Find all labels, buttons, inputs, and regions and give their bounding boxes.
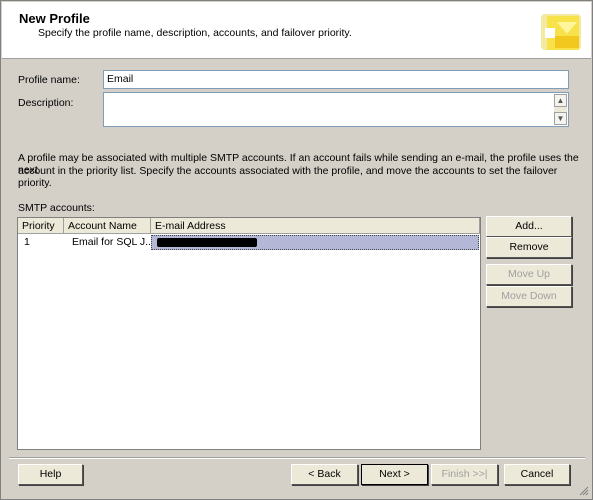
description-label: Description: [18,97,74,109]
profile-name-field[interactable]: Email [103,70,569,89]
cancel-button[interactable]: Cancel [504,464,570,485]
wizard-header: New Profile Specify the profile name, de… [2,2,591,59]
scroll-down-icon[interactable]: ▼ [554,112,567,125]
redaction-mark [157,238,257,247]
finish-button[interactable]: Finish >>| [431,464,498,485]
next-button[interactable]: Next > [361,464,428,485]
column-header-account-name[interactable]: Account Name [64,218,151,234]
page-subtitle: Specify the profile name, description, a… [38,27,352,39]
smtp-accounts-grid[interactable]: Priority Account Name E-mail Address 1 E… [17,217,481,450]
smtp-accounts-label: SMTP accounts: [18,202,95,214]
column-header-email-address[interactable]: E-mail Address [151,218,480,234]
move-down-button[interactable]: Move Down [486,286,572,307]
remove-button[interactable]: Remove [486,237,572,258]
description-scrollbar[interactable]: ▲ ▼ [554,94,567,125]
footer-divider [9,457,585,459]
resize-grip-icon[interactable] [579,486,589,496]
back-button[interactable]: < Back [291,464,358,485]
column-header-priority[interactable]: Priority [18,218,64,234]
wizard-window: New Profile Specify the profile name, de… [0,0,593,500]
row-priority-cell[interactable]: 1 [20,235,64,250]
info-text-line2: account in the priority list. Specify th… [18,165,558,189]
help-button[interactable]: Help [18,464,83,485]
wizard-envelope-icon [537,8,585,54]
row-account-name-cell[interactable]: Email for SQL J... [68,235,151,250]
move-up-button[interactable]: Move Up [486,264,572,285]
page-title: New Profile [19,11,90,26]
add-button[interactable]: Add... [486,216,572,237]
scroll-up-icon[interactable]: ▲ [554,94,567,107]
description-field[interactable]: ▲ ▼ [103,92,569,127]
profile-name-label: Profile name: [18,74,80,86]
